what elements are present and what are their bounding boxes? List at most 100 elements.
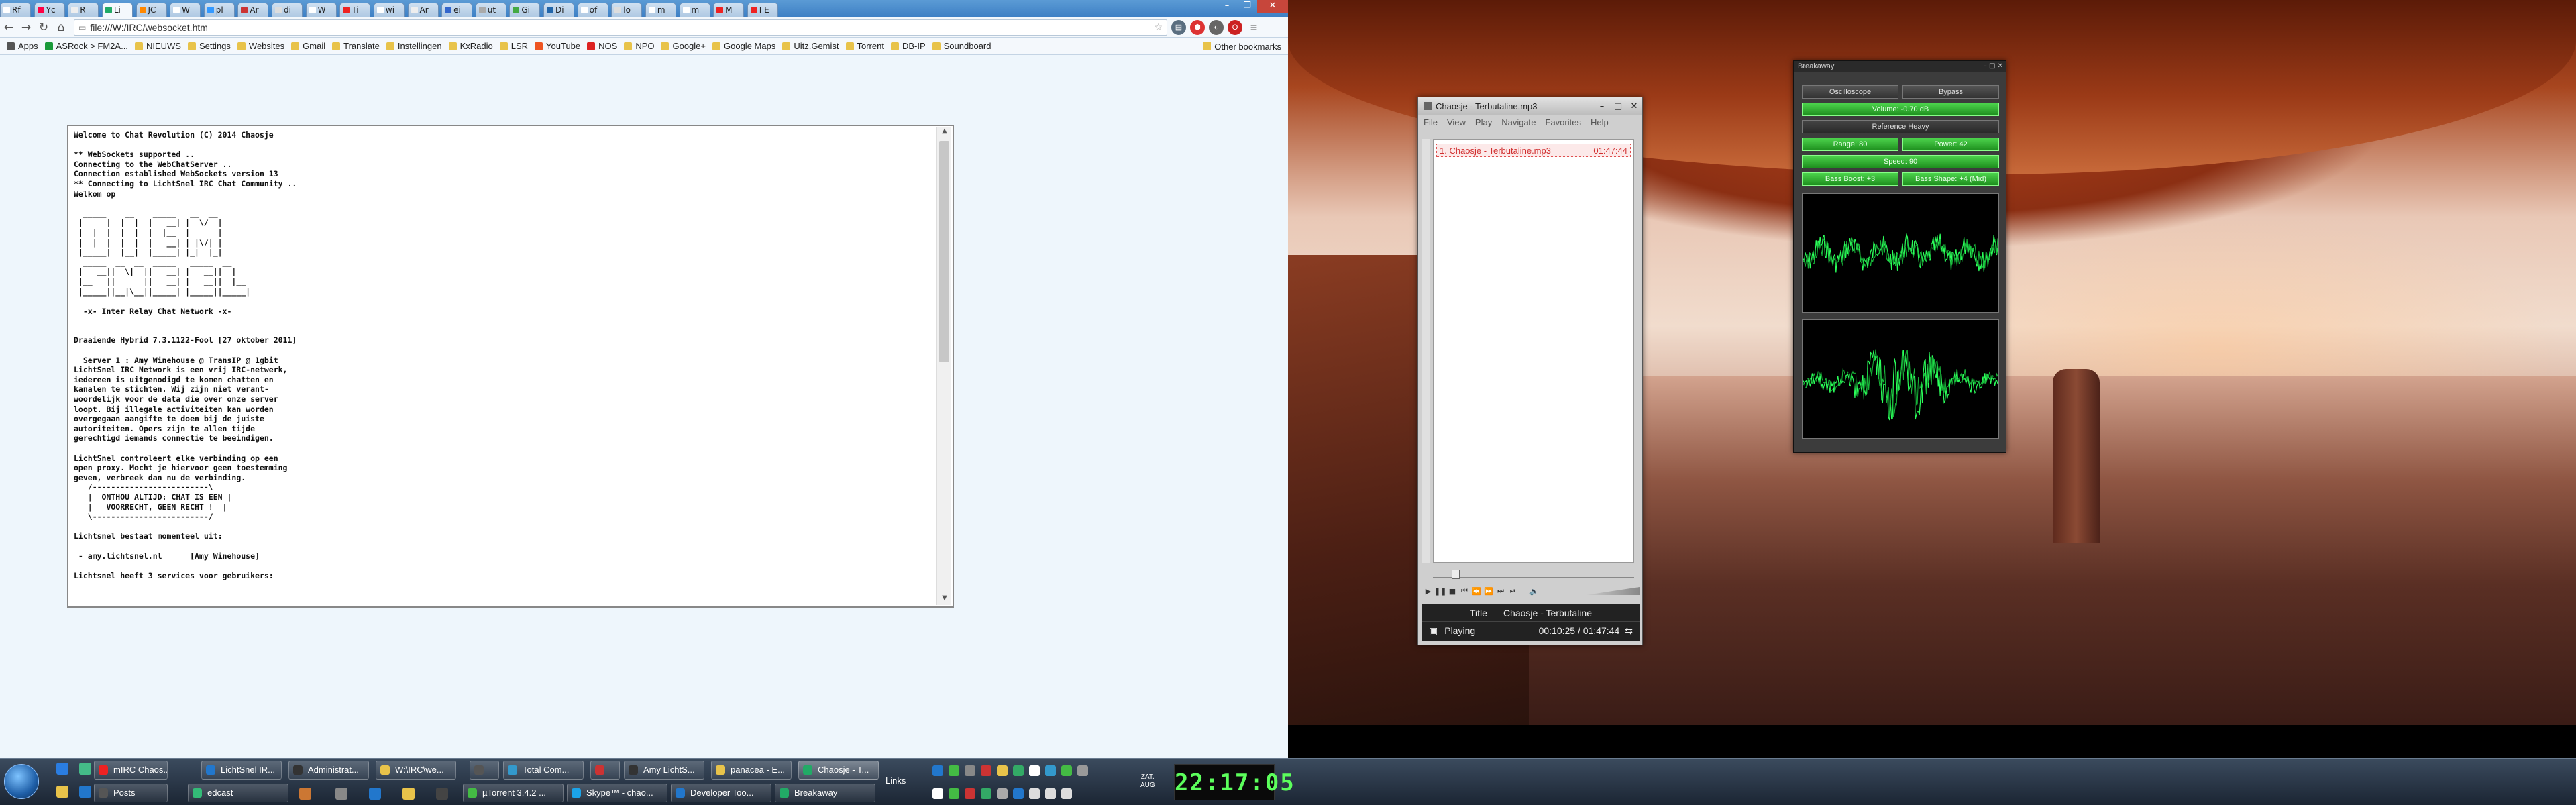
tray-app-icon[interactable] <box>335 788 347 800</box>
browser-tab[interactable]: I E <box>747 3 778 17</box>
menu-navigate[interactable]: Navigate <box>1501 117 1536 127</box>
taskbar-button-mirc[interactable]: mIRC Chaos... <box>94 761 168 780</box>
scroll-down-icon[interactable]: ▼ <box>937 594 952 605</box>
bookmark-item[interactable]: ASRock > FM2A... <box>44 41 128 51</box>
forward-icon[interactable]: ⏩ <box>1483 587 1495 596</box>
browser-tab[interactable]: of <box>577 3 608 17</box>
opera-icon[interactable]: O <box>1228 19 1242 35</box>
tray-icon[interactable] <box>1061 765 1072 776</box>
address-bar[interactable]: ▭ file:///W:/IRC/websocket.htm ☆ <box>74 19 1167 36</box>
menu-icon[interactable]: ≡ <box>1246 20 1261 35</box>
browser-tab[interactable]: di <box>272 3 303 17</box>
taskbar-button-devtools[interactable]: Developer Too... <box>671 784 771 802</box>
taskbar-button-terminal[interactable]: Amy LichtS... <box>624 761 704 780</box>
browser-tab[interactable]: R <box>68 3 99 17</box>
bookmark-item[interactable]: Instellingen <box>386 41 442 51</box>
explorer-icon[interactable] <box>56 786 68 798</box>
browser-tab[interactable]: ut <box>475 3 506 17</box>
browser-tab[interactable]: M <box>713 3 745 17</box>
taskbar-button-breakaway[interactable]: Breakaway <box>775 784 875 802</box>
menu-file[interactable]: File <box>1424 117 1438 127</box>
bookmark-item[interactable]: Settings <box>187 41 231 51</box>
seek-bar[interactable] <box>1433 570 1634 579</box>
tray-app-icon[interactable] <box>299 788 311 800</box>
volume-slider[interactable]: Volume: -0.70 dB <box>1802 103 1999 116</box>
stop-icon[interactable]: ■ <box>1446 587 1458 596</box>
tray-icon[interactable] <box>1029 765 1040 776</box>
prev-icon[interactable]: ⏮ <box>1458 586 1470 596</box>
browser-tab[interactable]: pl <box>203 3 235 17</box>
speed-slider[interactable]: Speed: 90 <box>1802 155 1999 168</box>
tray-icon[interactable] <box>997 765 1008 776</box>
volume-icon[interactable] <box>1045 788 1056 799</box>
frame-step-icon[interactable]: ⏯ <box>1507 586 1519 596</box>
play-icon[interactable]: ▶ <box>1422 587 1434 596</box>
home-icon[interactable]: ⌂ <box>52 19 70 36</box>
close-icon[interactable]: ✕ <box>1626 101 1642 111</box>
bookmark-item[interactable]: Websites <box>237 41 284 51</box>
bass-shape-slider[interactable]: Bass Shape: +4 (Mid) <box>1902 172 1999 186</box>
tray-icon[interactable] <box>1013 765 1024 776</box>
bypass-button[interactable]: Bypass <box>1902 85 1999 99</box>
tray-icon[interactable] <box>1013 788 1024 799</box>
power-slider[interactable]: Power: 42 <box>1902 138 1999 151</box>
speaker-icon[interactable]: 🔈 <box>1528 587 1540 596</box>
browser-tab[interactable]: m <box>679 3 710 17</box>
tray-icon[interactable] <box>981 788 991 799</box>
rewind-icon[interactable]: ⏪ <box>1470 587 1483 596</box>
range-slider[interactable]: Range: 80 <box>1802 138 1898 151</box>
browser-tab[interactable]: Ar <box>407 3 439 17</box>
mode-icon[interactable]: ⇆ <box>1625 625 1633 637</box>
tray-icon[interactable] <box>949 765 959 776</box>
tray-app-icon[interactable] <box>436 788 448 800</box>
clock[interactable]: 22:17:05 <box>1174 764 1294 800</box>
bookmark-item[interactable]: NOS <box>587 41 617 51</box>
seek-knob[interactable] <box>1452 570 1460 579</box>
browser-tab[interactable]: JC <box>136 3 167 17</box>
playlist-item[interactable]: 1. Chaosje - Terbutaline.mp3 01:47:44 <box>1436 144 1631 157</box>
maximize-icon[interactable]: ❐ <box>1237 0 1257 13</box>
tray-icon[interactable] <box>932 765 943 776</box>
menu-view[interactable]: View <box>1447 117 1466 127</box>
scroll-thumb[interactable] <box>939 141 949 362</box>
taskbar-button-console[interactable] <box>470 761 499 780</box>
bookmark-item[interactable]: Soundboard <box>932 41 991 51</box>
maximize-icon[interactable]: □ <box>1989 62 1995 70</box>
browser-tab[interactable]: Ti <box>339 3 371 17</box>
tray-icon[interactable] <box>965 765 975 776</box>
quicklaunch-icon[interactable] <box>79 786 91 798</box>
bookmark-item[interactable]: Google+ <box>661 41 706 51</box>
menu-favorites[interactable]: Favorites <box>1546 117 1581 127</box>
extension-icon[interactable]: ◐ <box>1209 19 1224 35</box>
bookmark-item[interactable]: Torrent <box>845 41 884 51</box>
browser-tab[interactable]: Gi <box>509 3 541 17</box>
taskbar-button-chrome[interactable]: LichtSnel IR... <box>201 761 282 780</box>
bookmark-item[interactable]: Uitz.Gemist <box>782 41 839 51</box>
close-icon[interactable]: ✕ <box>1257 0 1288 13</box>
tray-app-icon[interactable] <box>369 788 381 800</box>
browser-tab[interactable]: Yc <box>34 3 65 17</box>
forward-arrow-icon[interactable]: → <box>17 19 35 36</box>
browser-tab-active[interactable]: Li <box>101 3 133 17</box>
tray-icon[interactable] <box>1077 765 1088 776</box>
browser-tab[interactable]: W <box>170 3 201 17</box>
scroll-up-icon[interactable]: ▲ <box>937 127 952 138</box>
bookmark-item[interactable]: LSR <box>499 41 528 51</box>
preset-dropdown[interactable]: Reference Heavy <box>1802 120 1999 133</box>
bookmark-item[interactable]: YouTube <box>535 41 580 51</box>
other-bookmarks[interactable]: Other bookmarks <box>1203 42 1281 52</box>
browser-tab[interactable]: Di <box>543 3 574 17</box>
taskbar-button-editor[interactable]: panacea - E... <box>711 761 792 780</box>
tray-app-icon[interactable] <box>402 788 415 800</box>
minimize-icon[interactable]: – <box>1217 0 1237 13</box>
taskbar-button-admin[interactable]: Administrat... <box>288 761 369 780</box>
browser-tab[interactable]: Ar <box>237 3 269 17</box>
taskbar-button-app[interactable] <box>590 761 620 780</box>
bookmark-item[interactable]: Translate <box>332 41 380 51</box>
browser-tab[interactable]: Rf <box>0 3 31 17</box>
next-icon[interactable]: ⏭ <box>1495 586 1507 596</box>
bookmark-apps[interactable]: Apps <box>7 41 38 51</box>
bass-boost-slider[interactable]: Bass Boost: +3 <box>1802 172 1898 186</box>
tray-icon[interactable] <box>997 788 1008 799</box>
start-button[interactable] <box>4 764 39 799</box>
